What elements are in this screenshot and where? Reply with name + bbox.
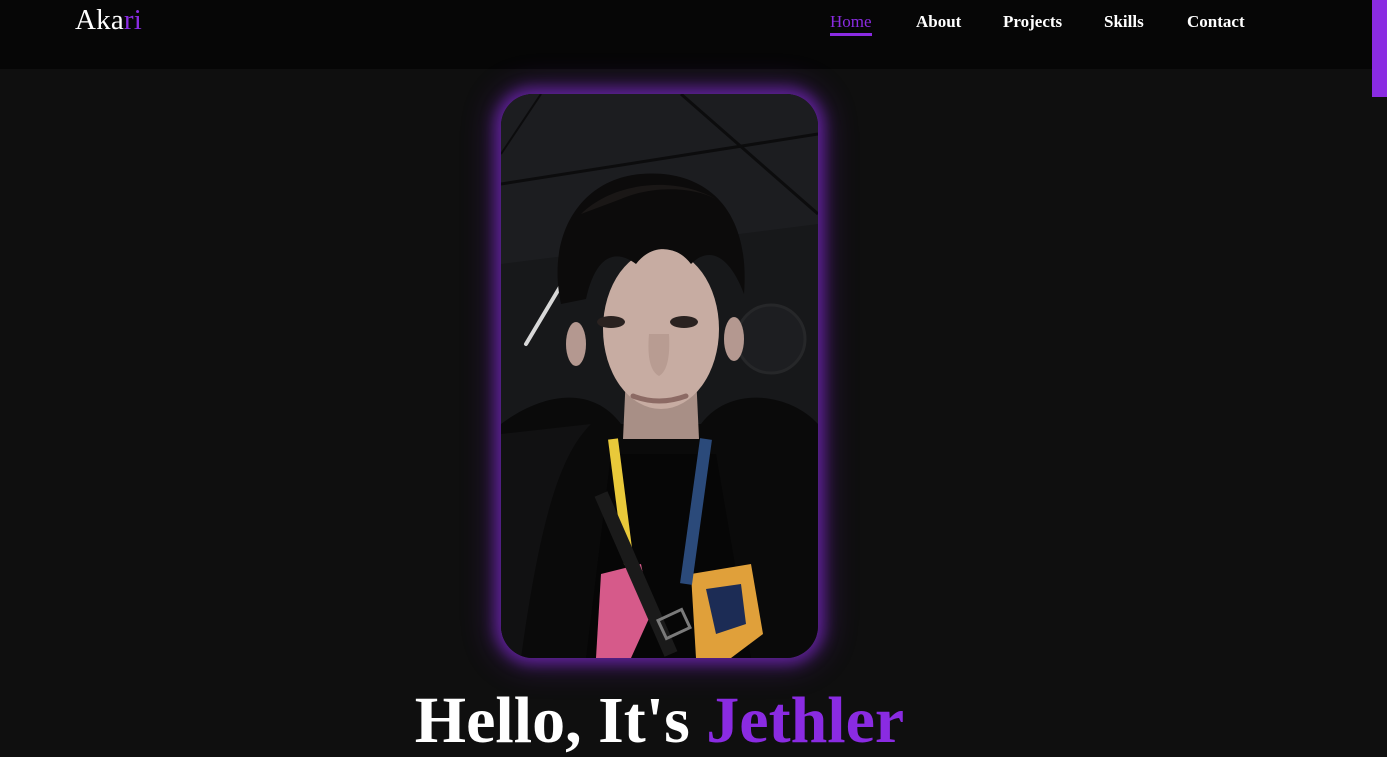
top-navbar: Akari Home About Projects Skills Contact — [0, 0, 1372, 69]
hero-name: Jethler — [706, 684, 905, 757]
site-logo[interactable]: Akari — [75, 4, 142, 37]
nav-link-projects[interactable]: Projects — [1003, 12, 1062, 32]
nav-link-home[interactable]: Home — [830, 12, 872, 36]
nav-link-about[interactable]: About — [916, 12, 961, 32]
logo-accent-text: ri — [123, 4, 143, 36]
profile-photo — [501, 94, 818, 658]
logo-text: Aka — [75, 4, 124, 36]
nav-link-contact[interactable]: Contact — [1187, 12, 1245, 32]
hero-headline: Hello, It's Jethler — [0, 688, 1319, 754]
nav-link-skills[interactable]: Skills — [1104, 12, 1144, 32]
hero-greeting: Hello, It's — [414, 684, 707, 757]
portrait-photo-icon — [501, 94, 818, 658]
scrollbar-thumb[interactable] — [1372, 0, 1387, 97]
